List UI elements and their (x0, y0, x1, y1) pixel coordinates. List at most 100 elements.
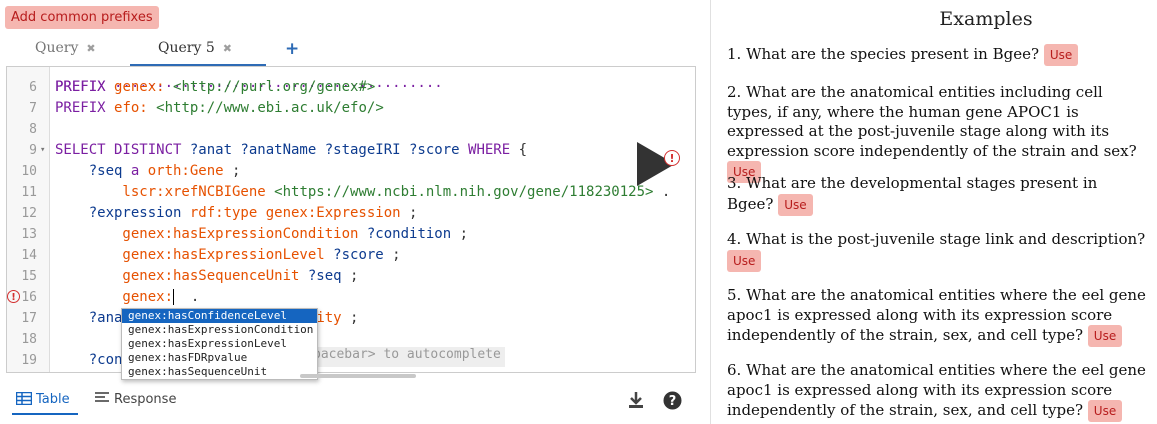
code-token: genex: (114, 79, 174, 95)
tab-table[interactable]: Table (15, 391, 70, 407)
example-item: 2. What are the anatomical entities incl… (727, 83, 1147, 183)
example-question: 1. What are the species present in Bgee? (727, 45, 1044, 63)
examples-title: Examples (939, 8, 1033, 30)
use-example-button[interactable]: Use (1087, 400, 1123, 422)
code-text: ?con (55, 350, 123, 371)
add-common-prefixes-button[interactable]: Add common prefixes (5, 6, 159, 29)
line-number: 7 (29, 101, 37, 116)
code-token: ?condition (366, 226, 452, 242)
autocomplete-hint: pacebar> to autocomplete (309, 347, 505, 367)
code-text: ?seq a orth:Gene ; (55, 161, 241, 182)
code-token: ?ana (55, 310, 123, 326)
code-token: ?anat ?anatName ?stageIRI ?score (189, 142, 469, 158)
code-token: . (653, 184, 671, 200)
line-number: 12 (21, 206, 37, 221)
error-icon: ! (664, 150, 680, 166)
code-token: efo: (114, 100, 157, 116)
code-line: 6 PREFIX genex: <http://purl.org/genex#> (7, 77, 693, 98)
code-token: ?score (333, 247, 384, 263)
code-line: 14 genex:hasExpressionLevel ?score ; (7, 245, 693, 266)
use-example-button[interactable]: Use (1043, 44, 1079, 66)
autocomplete-item[interactable]: genex:hasSequenceUnit (122, 365, 317, 379)
autocomplete-dropdown[interactable]: genex:hasConfidenceLevel genex:hasExpress… (121, 308, 318, 380)
horizontal-scrollbar[interactable] (300, 374, 416, 378)
code-token: SELECT DISTINCT (55, 142, 190, 158)
code-line: 8 (7, 119, 693, 140)
line-number: 10 (21, 164, 37, 179)
code-token: genex:hasSequenceUnit (55, 268, 308, 284)
code-line-partial: PREFIX ·································… (55, 79, 443, 95)
code-token: <http://www.ebi.ac.uk/efo/> (156, 100, 384, 116)
line-number: 9 (29, 143, 37, 158)
example-question: 5. What are the anatomical entities wher… (727, 286, 1146, 344)
use-example-button[interactable]: Use (727, 249, 762, 272)
fold-toggle-icon[interactable]: ▾ (40, 140, 45, 161)
code-line: 17 ?ana ity ; (7, 308, 693, 329)
line-number: 15 (21, 269, 37, 284)
code-token: rdf:type genex:Expression (189, 205, 401, 221)
code-text: ?expression rdf:type genex:Expression ; (55, 203, 418, 224)
code-token: ; (383, 247, 401, 263)
code-line: 15 genex:hasSequenceUnit ?seq ; (7, 266, 693, 287)
tab-response[interactable]: Response (95, 392, 176, 407)
download-icon (629, 392, 643, 408)
tab-label: Query (35, 40, 79, 56)
line-number: 16 (21, 290, 37, 305)
code-token: genex: (55, 289, 174, 305)
example-question: 6. What are the anatomical entities wher… (727, 361, 1146, 419)
query-editor[interactable]: PREFIX ·································… (6, 66, 696, 373)
code-line: 12 ?expression rdf:type genex:Expression… (7, 203, 693, 224)
code-token: ?seq (307, 268, 342, 284)
svg-text:?: ? (669, 394, 677, 409)
line-number: 14 (21, 248, 37, 263)
add-tab-button[interactable]: + (285, 39, 299, 59)
line-number: 17 (21, 311, 37, 326)
code-token: . (182, 289, 200, 305)
code-token: ?seq (55, 163, 131, 179)
close-icon[interactable]: ✖ (223, 42, 232, 55)
use-example-button[interactable]: Use (1087, 325, 1123, 347)
code-token: orth:Gene (147, 163, 224, 179)
autocomplete-item[interactable]: genex:hasConfidenceLevel (122, 309, 317, 323)
line-number: 19 (21, 353, 37, 368)
tab-query-5[interactable]: Query 5 ✖ (158, 40, 232, 56)
query-panel: Add common prefixes Query ✖ Query 5 ✖ + PR… (0, 0, 710, 424)
help-button[interactable]: ? (663, 391, 682, 414)
autocomplete-item[interactable]: genex:hasExpressionCondition (122, 323, 317, 337)
line-number: 18 (21, 332, 37, 347)
active-result-tab-indicator (12, 413, 78, 415)
code-text: genex:hasSequenceUnit ?seq ; (55, 266, 358, 287)
code-token: PREFIX (55, 79, 115, 95)
example-question: 2. What are the anatomical entities incl… (727, 83, 1137, 160)
autocomplete-item[interactable]: genex:hasExpressionLevel (122, 337, 317, 351)
line-number: 6 (29, 80, 37, 95)
code-line: 7 PREFIX efo: <http://www.ebi.ac.uk/efo/> (7, 98, 693, 119)
line-number: 13 (21, 227, 37, 242)
code-text: SELECT DISTINCT ?anat ?anatName ?stageIR… (55, 140, 527, 161)
code-line: ! 16 genex: . (7, 287, 693, 308)
code-token: <http://purl.org/genex#> (173, 79, 376, 95)
example-item: 1. What are the species present in Bgee?… (727, 44, 1147, 66)
download-button[interactable] (627, 391, 645, 413)
help-icon: ? (663, 391, 682, 410)
example-item: 3. What are the developmental stages pre… (727, 174, 1147, 216)
code-token: ?expression (55, 205, 190, 221)
line-number: 8 (29, 122, 37, 137)
code-text: genex:hasExpressionCondition ?condition … (55, 224, 468, 245)
close-icon[interactable]: ✖ (86, 42, 95, 55)
code-text: genex:hasExpressionLevel ?score ; (55, 245, 401, 266)
tab-query[interactable]: Query ✖ (35, 40, 96, 56)
use-example-button[interactable]: Use (778, 193, 813, 216)
code-token: ; (400, 205, 418, 221)
code-token: WHERE (468, 142, 511, 158)
example-question: 4. What is the post-juvenile stage link … (727, 230, 1146, 248)
line-number: 11 (21, 185, 37, 200)
code-line: 13 genex:hasExpressionCondition ?conditi… (7, 224, 693, 245)
code-line: 11 lscr:xrefNCBIGene <https://www.ncbi.n… (7, 182, 693, 203)
code-token: genex:hasExpressionLevel (55, 247, 334, 263)
code-token: <https://www.ncbi.nlm.nih.gov/gene/11823… (274, 184, 654, 200)
code-token: ; (341, 268, 359, 284)
autocomplete-item[interactable]: genex:hasFDRpvalue (122, 351, 317, 365)
example-item: 5. What are the anatomical entities wher… (727, 286, 1147, 347)
code-token: ity (316, 310, 342, 326)
